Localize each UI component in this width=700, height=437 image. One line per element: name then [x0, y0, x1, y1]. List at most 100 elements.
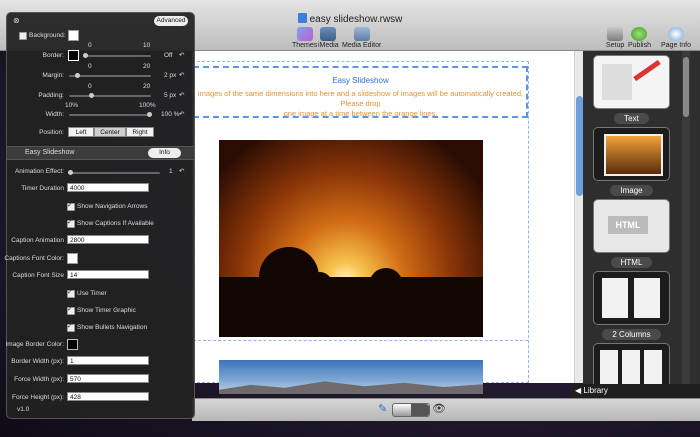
use-timer-checkbox[interactable] — [67, 288, 75, 298]
info-button[interactable]: Info — [148, 148, 181, 158]
publish-button[interactable]: Publish — [628, 27, 651, 49]
library-item-label: Image — [610, 185, 653, 196]
caption-font-size-field[interactable]: 14 — [67, 270, 149, 279]
border-width-field[interactable]: 1 — [67, 356, 149, 365]
border-color-well[interactable] — [68, 50, 79, 61]
edit-preview-toggle[interactable] — [392, 403, 430, 417]
ground-silhouette — [219, 277, 483, 337]
themes-icon — [296, 27, 313, 41]
text-block-icon — [593, 55, 670, 109]
background-label: Background: — [29, 32, 66, 39]
margin-reset-icon[interactable]: ↶ — [179, 71, 184, 79]
page-canvas: Easy Slideshow images of the same dimens… — [192, 51, 574, 394]
advanced-button[interactable]: Advanced — [154, 16, 188, 26]
themes-button[interactable]: Themes — [292, 27, 317, 49]
border-reset-icon[interactable]: ↶ — [179, 51, 184, 59]
setup-icon — [607, 27, 624, 41]
library-item-2-columns[interactable]: 2 Columns — [593, 271, 670, 340]
animation-effect-slider[interactable] — [68, 170, 160, 175]
show-timer-graphic-label: Show Timer Graphic — [77, 307, 136, 314]
margin-scale-min: 0 — [88, 63, 92, 70]
width-scale-max: 100% — [139, 102, 156, 109]
animation-effect-knob[interactable] — [68, 170, 73, 175]
setup-button[interactable]: Setup — [606, 27, 624, 49]
banner-text-line-1: images of the same dimensions into here … — [197, 89, 524, 108]
show-captions-checkbox[interactable] — [67, 218, 75, 228]
library-arrow-icon: ◀ — [575, 386, 582, 395]
library-item-html[interactable]: HTML HTML — [593, 199, 670, 268]
caption-animation-field[interactable]: 2800 — [67, 235, 149, 244]
captions-font-color-well[interactable] — [67, 253, 78, 264]
background-color-well[interactable] — [68, 30, 79, 41]
document-title-text: easy slideshow.rwsw — [309, 14, 403, 25]
mountain-image[interactable] — [219, 360, 483, 394]
themes-label: Themes — [292, 42, 318, 49]
plugin-section-header: Easy Slideshow Info — [7, 146, 194, 160]
border-scale-min: 0 — [88, 42, 92, 49]
html-block-icon: HTML — [593, 199, 670, 253]
html-thumb-text: HTML — [608, 216, 648, 234]
border-value: Off — [164, 52, 173, 59]
page-info-button[interactable]: Page Info — [661, 27, 691, 49]
timer-duration-field[interactable]: 4000 — [67, 183, 149, 192]
force-width-field[interactable]: 570 — [67, 374, 149, 383]
library-scroll-thumb[interactable] — [683, 57, 689, 117]
library-item-image[interactable]: Image — [593, 127, 670, 196]
force-height-label: Force Height (px): — [11, 394, 64, 401]
padding-value: 5 px — [164, 92, 177, 99]
caption-animation-label: Caption Animation — [11, 237, 64, 244]
sunset-image[interactable] — [219, 140, 483, 337]
background-checkbox[interactable] — [19, 32, 27, 40]
border-label: Border: — [42, 52, 64, 59]
pencil-icon — [633, 59, 661, 82]
width-reset-icon[interactable]: ↶ — [179, 110, 184, 118]
show-bullets-checkbox[interactable] — [67, 322, 75, 332]
width-label: Width: — [45, 111, 64, 118]
page-content: Easy Slideshow images of the same dimens… — [192, 61, 529, 394]
imedia-label: iMedia — [318, 42, 339, 49]
padding-reset-icon[interactable]: ↶ — [179, 91, 184, 99]
preview-eye-icon[interactable]: 👁 — [432, 402, 446, 415]
position-center-button[interactable]: Center — [94, 127, 126, 137]
toggle-knob — [411, 404, 429, 416]
padding-slider-knob[interactable] — [89, 93, 94, 98]
show-nav-arrows-checkbox[interactable] — [67, 201, 75, 211]
library-toggle[interactable]: ◀ Library — [571, 384, 700, 398]
border-slider-knob[interactable] — [83, 53, 88, 58]
banner-title: Easy Slideshow — [332, 76, 389, 85]
width-slider[interactable] — [69, 112, 152, 117]
margin-slider-knob[interactable] — [75, 73, 80, 78]
border-slider[interactable] — [83, 53, 151, 58]
border-width-label: Border Width (px): — [11, 358, 64, 365]
media-editor-icon — [353, 27, 370, 41]
library-item-text[interactable]: Text — [593, 55, 670, 124]
width-slider-knob[interactable] — [147, 112, 152, 117]
column-graphic — [602, 278, 628, 318]
media-editor-button[interactable]: Media Editor — [342, 27, 381, 49]
position-left-button[interactable]: Left — [68, 127, 94, 137]
bottom-bar: ✎ 👁 — [192, 398, 700, 421]
show-timer-graphic-checkbox[interactable] — [67, 305, 75, 315]
document-icon — [297, 13, 307, 23]
position-label: Position: — [39, 129, 64, 136]
imedia-button[interactable]: iMedia — [318, 27, 339, 49]
animation-effect-reset-icon[interactable]: ↶ — [179, 167, 184, 175]
edit-mode-pencil-icon[interactable]: ✎ — [378, 402, 387, 415]
library-scrollbar[interactable] — [682, 51, 690, 384]
slideshow-drop-banner[interactable]: Easy Slideshow images of the same dimens… — [193, 66, 528, 118]
image-border-color-well[interactable] — [67, 339, 78, 350]
close-icon[interactable]: ⊗ — [13, 16, 20, 25]
two-columns-icon — [593, 271, 670, 325]
animation-effect-value: 1 — [169, 168, 173, 175]
text-page-graphic — [602, 64, 632, 100]
padding-scale-min: 0 — [88, 83, 92, 90]
use-timer-label: Use Timer — [77, 290, 107, 297]
padding-slider[interactable] — [69, 93, 151, 98]
position-right-button[interactable]: Right — [126, 127, 154, 137]
margin-slider[interactable] — [69, 73, 151, 78]
force-height-field[interactable]: 428 — [67, 392, 149, 401]
publish-icon — [631, 27, 648, 41]
canvas-scroll-thumb[interactable] — [576, 96, 583, 196]
captions-font-color-label: Captions Font Color: — [4, 255, 64, 262]
show-nav-arrows-label: Show Navigation Arrows — [77, 203, 148, 210]
